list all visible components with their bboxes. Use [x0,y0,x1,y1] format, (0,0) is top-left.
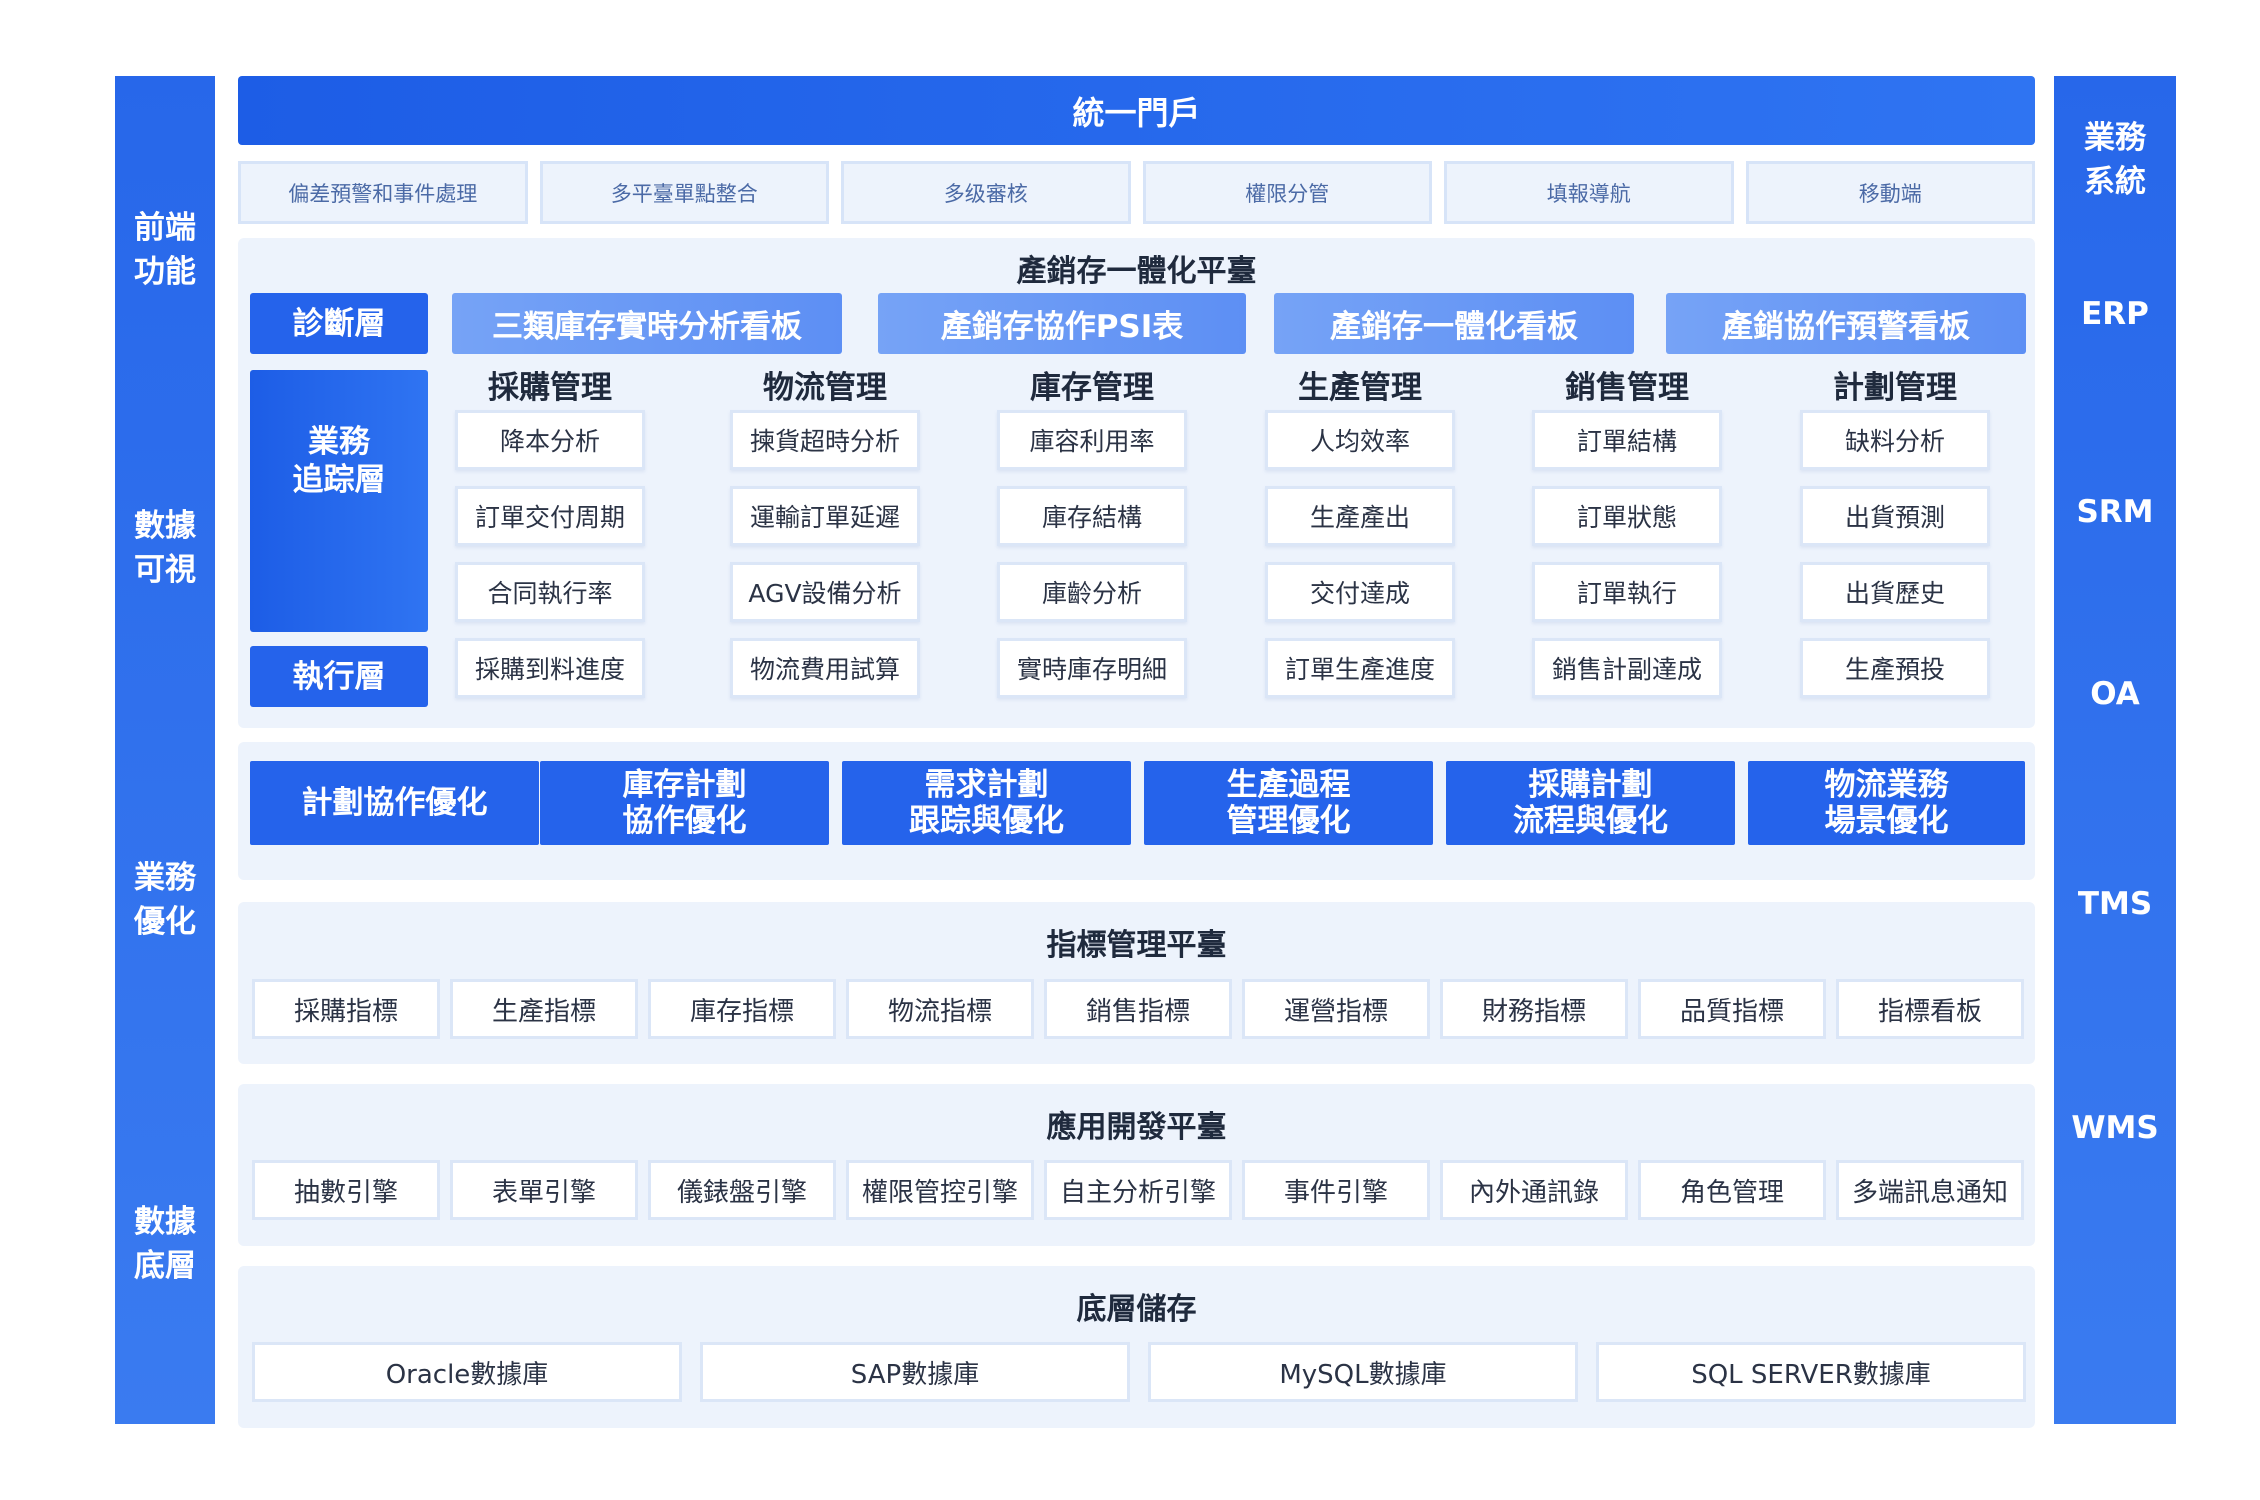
metric-cell: 降本分析 [455,410,645,470]
board-inventory-analysis: 三類庫存實時分析看板 [452,293,842,354]
feature-sso: 多平臺單點整合 [539,161,829,224]
indicator-item: 銷售指標 [1044,979,1232,1039]
metric-cell: 訂單結構 [1532,410,1722,470]
opt-inventory-plan: 庫存計劃 協作優化 [540,761,829,845]
layer-label-frontend: 前端 功能 [134,210,196,290]
board-psi-table: 產銷存協作PSI表 [878,293,1246,354]
opt-demand-plan: 需求計劃 跟踪與優化 [842,761,1131,845]
opt-logistics: 物流業務 場景優化 [1748,761,2025,845]
engine-item: 權限管控引擎 [846,1160,1034,1220]
metric-cell: 出貨歷史 [1800,562,1990,622]
psi-platform-panel: 產銷存一體化平臺 診斷層 業務 追踪層 執行層 三類庫存實時分析看板 產銷存協作… [238,238,2035,728]
system-srm: SRM [2076,494,2154,530]
opt-plan-collab: 計劃協作優化 [250,761,539,845]
metric-cell: 訂單交付周期 [455,486,645,546]
column-title-planning: 計劃管理 [1833,370,1957,406]
opt-purchase-plan: 採購計劃 流程與優化 [1446,761,1735,845]
database-item: MySQL數據庫 [1148,1342,1578,1402]
system-tms: TMS [2077,886,2153,922]
indicator-item: 生產指標 [450,979,638,1039]
metric-cell: 銷售計副達成 [1532,638,1722,698]
indicator-item: 庫存指標 [648,979,836,1039]
system-erp: ERP [2081,296,2149,332]
metric-cell: 訂單生產進度 [1265,638,1455,698]
metric-cell: 運輸訂單延遲 [730,486,920,546]
left-layer-column: 前端 功能 數據 可視 業務 優化 數據 底層 [115,76,215,1424]
engine-item: 事件引擎 [1242,1160,1430,1220]
business-systems-column: 業務 系統 ERP SRM OA TMS WMS [2054,76,2176,1424]
metric-cell: 合同執行率 [455,562,645,622]
column-title-production: 生產管理 [1298,370,1422,406]
metric-cell: 交付達成 [1265,562,1455,622]
unified-portal-bar: 統一門戶 [238,76,2035,145]
indicator-item: 品質指標 [1638,979,1826,1039]
frontend-features-row: 偏差預警和事件處理 多平臺單點整合 多级審核 權限分管 填報導航 移動端 [238,161,2035,224]
engine-item: 表單引擎 [450,1160,638,1220]
indicator-item: 運營指標 [1242,979,1430,1039]
metric-cell: 訂單執行 [1532,562,1722,622]
database-item: Oracle數據庫 [252,1342,682,1402]
board-warning: 產銷協作預警看板 [1666,293,2026,354]
business-systems-title: 業務 系統 [2084,120,2146,200]
app-dev-platform-title: 應用開發平臺 [1046,1110,1227,1145]
metric-cell: 訂單狀態 [1532,486,1722,546]
engine-item: 角色管理 [1638,1160,1826,1220]
system-wms: WMS [2071,1110,2159,1146]
diagnosis-layer-label: 診斷層 [250,293,428,354]
column-title-sales: 銷售管理 [1565,370,1689,406]
database-item: SQL SERVER數據庫 [1596,1342,2026,1402]
feature-fill-nav: 填報導航 [1444,161,1734,224]
system-oa: OA [2090,676,2140,712]
feature-mobile: 移動端 [1745,161,2035,224]
metric-cell: 物流費用試算 [730,638,920,698]
app-dev-row: 抽數引擎 表單引擎 儀錶盤引擎 權限管控引擎 自主分析引擎 事件引擎 內外通訊錄… [252,1160,2024,1220]
layer-label-business-opt: 業務 優化 [134,860,196,940]
metric-cell: 庫存結構 [997,486,1187,546]
engine-item: 抽數引擎 [252,1160,440,1220]
indicator-item: 財務指標 [1440,979,1628,1039]
indicator-row: 採購指標 生產指標 庫存指標 物流指標 銷售指標 運營指標 財務指標 品質指標 … [252,979,2024,1039]
metric-cell: 採購到料進度 [455,638,645,698]
indicator-platform-title: 指標管理平臺 [1046,928,1227,963]
opt-production: 生產過程 管理優化 [1144,761,1433,845]
feature-review: 多级審核 [841,161,1131,224]
execution-layer-label: 執行層 [250,646,428,707]
psi-platform-title: 產銷存一體化平臺 [1016,254,1257,289]
metric-cell: AGV設備分析 [730,562,920,622]
metric-cell: 人均效率 [1265,410,1455,470]
storage-row: Oracle數據庫 SAP數據庫 MySQL數據庫 SQL SERVER數據庫 [252,1342,2026,1402]
layer-label-data-base: 數據 底層 [134,1204,196,1284]
layer-label-data-visual: 數據 可視 [134,508,196,588]
metric-cell: 揀貨超時分析 [730,410,920,470]
column-title-purchasing: 採購管理 [488,370,612,406]
column-title-logistics: 物流管理 [763,370,887,406]
storage-title: 底層儲存 [1076,1292,1197,1327]
engine-item: 儀錶盤引擎 [648,1160,836,1220]
engine-item: 內外通訊錄 [1440,1160,1628,1220]
column-title-inventory: 庫存管理 [1030,370,1154,406]
metric-cell: 缺料分析 [1800,410,1990,470]
tracking-layer-label: 業務 追踪層 [250,370,428,632]
metric-cell: 出貨預測 [1800,486,1990,546]
metric-cell: 生產預投 [1800,638,1990,698]
engine-item: 自主分析引擎 [1044,1160,1232,1220]
metric-cell: 庫齡分析 [997,562,1187,622]
metric-cell: 庫容利用率 [997,410,1187,470]
database-item: SAP數據庫 [700,1342,1130,1402]
indicator-item: 指標看板 [1836,979,2024,1039]
feature-permission: 權限分管 [1142,161,1432,224]
engine-item: 多端訊息通知 [1836,1160,2024,1220]
feature-alert: 偏差預警和事件處理 [238,161,528,224]
metric-cell: 生產產出 [1265,486,1455,546]
indicator-item: 採購指標 [252,979,440,1039]
metric-cell: 實時庫存明細 [997,638,1187,698]
indicator-item: 物流指標 [846,979,1034,1039]
board-psi-integration: 產銷存一體化看板 [1274,293,1634,354]
